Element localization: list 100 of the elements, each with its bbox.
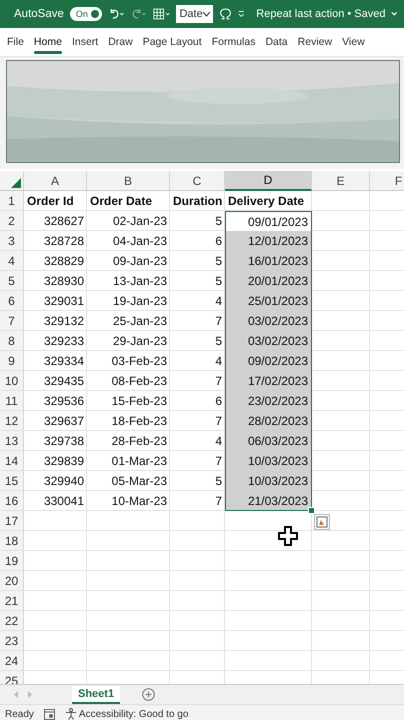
table-cell-text: 13-Jan-23 <box>112 273 168 290</box>
row-header[interactable]: 1 <box>0 191 24 211</box>
table-cell: 20/01/2023 <box>225 271 312 291</box>
table-cell-text: 329334 <box>42 353 85 370</box>
table-cell-text: 329233 <box>42 333 85 350</box>
column-header[interactable]: C <box>170 171 225 191</box>
chevron-icon[interactable] <box>391 11 398 17</box>
column-header[interactable]: D <box>225 171 312 191</box>
document-status[interactable]: Repeat last action • Saved <box>256 8 386 20</box>
name-box[interactable]: Date <box>176 5 213 23</box>
column-header[interactable]: B <box>87 171 170 191</box>
table-cell-text: 7 <box>214 373 223 390</box>
table-cell-text: Order Id <box>26 193 75 210</box>
row-header[interactable]: 5 <box>0 271 24 291</box>
table-cell-text: 5 <box>214 333 223 350</box>
column-header[interactable]: A <box>24 171 87 191</box>
ribbon-tab[interactable]: Page Layout <box>138 30 207 54</box>
row-header[interactable]: 9 <box>0 351 24 371</box>
table-cell-text: 28-Feb-23 <box>110 433 168 450</box>
row-header[interactable]: 20 <box>0 571 24 591</box>
row-header[interactable]: 3 <box>0 231 24 251</box>
table-cell-text: 328829 <box>42 253 85 270</box>
table-cell-text: 19-Jan-23 <box>112 293 168 310</box>
table-cell: 03/02/2023 <box>225 331 312 351</box>
table-cell-text: 5 <box>214 473 223 490</box>
row-header[interactable]: 16 <box>0 491 24 511</box>
table-cell-text: 08-Feb-23 <box>110 373 168 390</box>
row-header[interactable]: 24 <box>0 651 24 671</box>
ribbon-tab[interactable]: Insert <box>66 30 104 54</box>
table-cell-text: 329435 <box>42 373 85 390</box>
table-cell-text: 7 <box>214 413 223 430</box>
row-header[interactable]: 23 <box>0 631 24 651</box>
table-cell: 09/02/2023 <box>225 351 312 371</box>
table-cell-text: 329637 <box>42 413 85 430</box>
row-header[interactable]: 11 <box>0 391 24 411</box>
table-cell-text: 329132 <box>42 313 85 330</box>
ribbon-tab[interactable]: Data <box>260 30 293 54</box>
column-header[interactable]: E <box>312 171 370 191</box>
table-cell-text: 5 <box>214 273 223 290</box>
table-cell: 09/01/2023 <box>225 211 312 231</box>
accessibility-status[interactable]: Accessibility: Good to go <box>78 708 188 720</box>
row-header[interactable]: 8 <box>0 331 24 351</box>
row-header[interactable]: 7 <box>0 311 24 331</box>
table-cell-text: 04-Jan-23 <box>112 233 168 250</box>
table-cell-text: Delivery Date <box>227 193 306 210</box>
table-cell-text: 329738 <box>42 433 85 450</box>
redo-icon[interactable] <box>130 7 147 21</box>
ribbon-tab[interactable]: File <box>2 30 29 54</box>
sheet-tab[interactable]: Sheet1 <box>72 686 120 704</box>
row-header[interactable]: 4 <box>0 251 24 271</box>
column-header[interactable]: F <box>370 171 404 191</box>
table-cell: 10/03/2023 <box>225 471 312 491</box>
undo-icon[interactable] <box>108 7 124 21</box>
row-header[interactable]: 15 <box>0 471 24 491</box>
table-cell-text: 15-Feb-23 <box>110 393 168 410</box>
add-sheet-icon[interactable] <box>142 688 156 701</box>
table-icon[interactable] <box>152 7 170 21</box>
table-cell-text: 6 <box>214 393 223 410</box>
paste-options-icon[interactable] <box>314 514 330 530</box>
table-cell-text: 329031 <box>42 293 85 310</box>
row-header[interactable]: 12 <box>0 411 24 431</box>
table-cell: 06/03/2023 <box>225 431 312 451</box>
ribbon-tab[interactable]: Draw <box>103 30 138 54</box>
row-header[interactable]: 19 <box>0 551 24 571</box>
row-header[interactable]: 17 <box>0 511 24 531</box>
row-header[interactable]: 14 <box>0 451 24 471</box>
table-cell-text: 25-Jan-23 <box>112 313 168 330</box>
ribbon-tab[interactable]: Formulas <box>206 30 260 54</box>
row-header[interactable]: 13 <box>0 431 24 451</box>
table-cell-text: 4 <box>214 433 223 450</box>
table-cell-text: 328627 <box>42 213 85 230</box>
table-cell: 23/02/2023 <box>225 391 312 411</box>
ribbon-tab[interactable]: Review <box>292 30 338 54</box>
table-cell: 10/03/2023 <box>225 451 312 471</box>
table-cell-text: 6 <box>214 233 223 250</box>
row-header[interactable]: 21 <box>0 591 24 611</box>
omega-icon[interactable] <box>218 6 232 22</box>
ribbon-tab[interactable]: Home <box>28 30 67 54</box>
status-mode: Ready <box>5 708 34 720</box>
row-header[interactable]: 10 <box>0 371 24 391</box>
table-cell-text: 29-Jan-23 <box>112 333 168 350</box>
cursor-icon <box>278 526 298 546</box>
table-cell-text: 7 <box>214 493 223 510</box>
table-cell-text: Order Date <box>89 193 154 210</box>
table-cell-text: 330041 <box>42 493 85 510</box>
row-header[interactable]: 18 <box>0 531 24 551</box>
ribbon-tab[interactable]: View <box>337 30 370 54</box>
table-cell-text: 328728 <box>42 233 85 250</box>
customize-icon[interactable] <box>238 10 244 18</box>
row-header[interactable]: 22 <box>0 611 24 631</box>
row-header[interactable]: 2 <box>0 211 24 231</box>
table-cell-text: 10-Mar-23 <box>110 493 168 510</box>
table-cell-text: 329536 <box>42 393 85 410</box>
macro-icon[interactable] <box>44 708 55 720</box>
autosave-toggle[interactable]: On <box>70 7 102 21</box>
row-header[interactable]: 6 <box>0 291 24 311</box>
accessibility-icon[interactable] <box>64 708 77 720</box>
table-cell-text: 329940 <box>42 473 85 490</box>
select-all-icon[interactable] <box>11 178 21 188</box>
table-cell-text: 5 <box>214 213 223 230</box>
